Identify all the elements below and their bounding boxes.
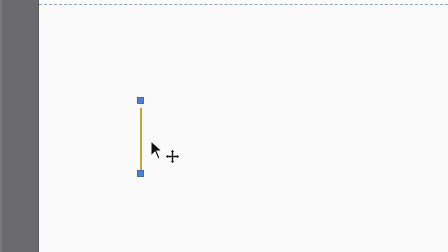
left-side-panel (0, 0, 39, 252)
arrow-cursor-icon (150, 140, 164, 160)
left-panel-edge (0, 0, 2, 252)
line-anchor-dot (139, 105, 142, 108)
line-start-handle[interactable] (137, 97, 144, 104)
drawing-canvas[interactable] (39, 0, 448, 252)
page-guide-line (39, 4, 448, 5)
move-cursor-icon (165, 149, 180, 164)
selected-line-shape[interactable] (140, 105, 142, 171)
line-end-handle[interactable] (137, 170, 144, 177)
